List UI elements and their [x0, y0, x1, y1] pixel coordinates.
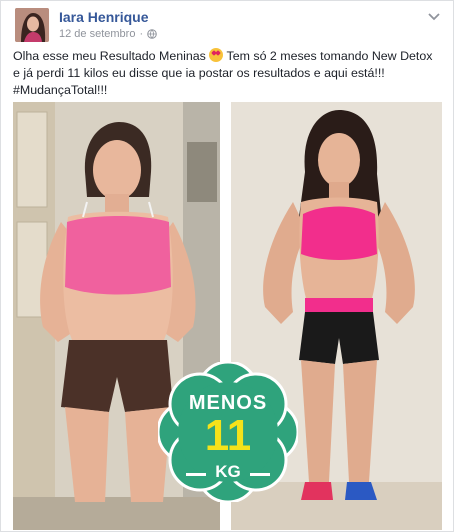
badge-unit: KG	[215, 462, 241, 481]
facebook-post: Iara Henrique 12 de setembro · Olha esse…	[0, 0, 454, 532]
post-text: Olha esse meu Resultado Meninas Tem só 2…	[13, 48, 445, 99]
post-text-line-1-b: Tem só 2 meses tomando New Detox	[226, 49, 433, 63]
author-avatar[interactable]	[15, 8, 49, 42]
hashtag-link[interactable]: #MudançaTotal!!!	[13, 82, 445, 99]
badge-number: 11	[204, 411, 252, 460]
post-meta: 12 de setembro ·	[59, 28, 157, 40]
post-text-line-1-a: Olha esse meu Resultado Meninas	[13, 49, 206, 63]
globe-icon[interactable]	[147, 29, 157, 39]
weight-loss-badge: MENOS 11 KG	[158, 362, 298, 502]
post-text-line-1: Olha esse meu Resultado Meninas Tem só 2…	[13, 48, 445, 65]
heart-eyes-emoji-icon	[209, 48, 224, 62]
author-name[interactable]: Iara Henrique	[59, 9, 148, 25]
meta-separator: ·	[139, 28, 144, 40]
post-date[interactable]: 12 de setembro	[59, 28, 135, 40]
badge-dash-right	[250, 473, 270, 476]
chevron-down-icon[interactable]	[427, 9, 441, 23]
post-text-line-2: e já perdi 11 kilos eu disse que ia post…	[13, 66, 385, 80]
